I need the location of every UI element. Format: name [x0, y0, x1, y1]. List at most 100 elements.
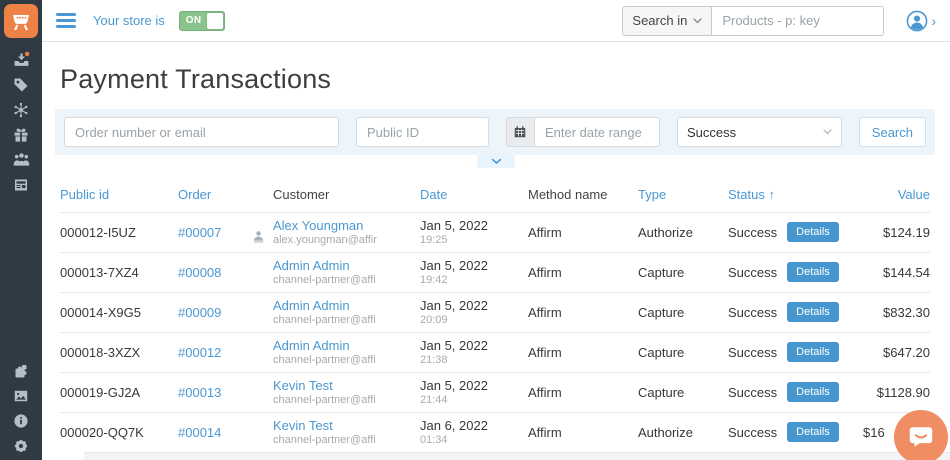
- order-filter-input[interactable]: [64, 117, 339, 147]
- user-menu[interactable]: ›: [906, 10, 936, 32]
- cell-public-id: 000018-3XZX: [60, 331, 178, 372]
- settings-gear-icon[interactable]: [8, 437, 34, 454]
- global-search-input[interactable]: [712, 5, 885, 36]
- cell-order: #00009: [178, 291, 273, 332]
- cell-method: Affirm: [528, 331, 638, 372]
- cell-value: $647.20: [863, 331, 930, 372]
- chevron-down-icon: [693, 17, 702, 23]
- chat-bubble-icon: [909, 427, 933, 447]
- chevron-right-icon: ›: [931, 12, 936, 29]
- public-id-filter-input[interactable]: [355, 117, 489, 147]
- menu-icon[interactable]: [56, 13, 76, 28]
- main-content: Payment Transactions Success: [42, 42, 950, 460]
- transactions-table: Public id Order Customer Date Method nam…: [60, 178, 930, 452]
- details-button[interactable]: Details: [787, 262, 839, 282]
- cell-status: Success Details: [728, 251, 863, 292]
- customer-link[interactable]: Admin Admin: [273, 338, 350, 353]
- cell-type: Capture: [638, 251, 728, 292]
- table-row: 000020-QQ7K #00014 Kevin Test channel-pa…: [60, 411, 930, 452]
- header-status-sorted[interactable]: Status ↑: [728, 178, 863, 212]
- cell-customer: Admin Admin channel-partner@affi: [273, 331, 420, 372]
- search-in-dropdown[interactable]: Search in: [622, 5, 713, 36]
- details-button[interactable]: Details: [787, 382, 839, 402]
- customer-email: channel-partner@affi: [273, 394, 376, 406]
- sidebar-nav-bottom: [8, 362, 34, 454]
- table-row: 000012-I5UZ #00007 Alex Youngman alex.yo…: [60, 211, 930, 252]
- calendar-icon[interactable]: [505, 117, 534, 147]
- filter-collapse-toggle[interactable]: [477, 155, 515, 168]
- cell-status: Success Details: [728, 411, 863, 452]
- cell-customer: Alex Youngman alex.youngman@affir: [253, 211, 420, 252]
- cell-public-id: 000014-X9G5: [60, 291, 178, 332]
- customer-email: alex.youngman@affir: [273, 234, 377, 246]
- customer-link[interactable]: Kevin Test: [273, 418, 333, 433]
- sidebar-nav-top: [8, 51, 34, 193]
- order-link[interactable]: #00012: [178, 345, 221, 360]
- products-icon[interactable]: [8, 76, 34, 93]
- search-button[interactable]: Search: [858, 117, 926, 147]
- customer-link[interactable]: Admin Admin: [273, 298, 350, 313]
- cell-date: Jan 5, 2022 21:44: [420, 371, 528, 412]
- orders-icon[interactable]: [8, 51, 34, 68]
- details-button[interactable]: Details: [787, 342, 839, 362]
- table-header-row: Public id Order Customer Date Method nam…: [60, 178, 930, 212]
- store-on-toggle[interactable]: ON: [178, 10, 225, 31]
- cell-status: Success Details: [728, 331, 863, 372]
- details-button[interactable]: Details: [787, 302, 839, 322]
- cell-public-id: 000013-7XZ4: [60, 251, 178, 292]
- customers-icon[interactable]: [8, 151, 34, 168]
- design-icon[interactable]: [8, 387, 34, 404]
- cell-customer: Kevin Test channel-partner@affi: [273, 371, 420, 412]
- customer-link[interactable]: Alex Youngman: [273, 218, 363, 233]
- website-icon[interactable]: [8, 176, 34, 193]
- details-button[interactable]: Details: [787, 422, 839, 443]
- order-link[interactable]: #00008: [178, 265, 221, 280]
- cell-type: Authorize: [638, 411, 728, 452]
- customer-user-icon: [251, 229, 266, 247]
- store-status-label: Your store is: [93, 13, 165, 28]
- app-logo[interactable]: [4, 4, 38, 38]
- cell-status: Success Details: [728, 291, 863, 332]
- chat-launcher-button[interactable]: [894, 410, 948, 460]
- table-row: 000018-3XZX #00012 Admin Admin channel-p…: [60, 331, 930, 372]
- transactions-tbody: 000012-I5UZ #00007 Alex Youngman alex.yo…: [60, 211, 930, 452]
- status-filter-select[interactable]: Success: [676, 117, 842, 147]
- gift-certificates-icon[interactable]: [8, 126, 34, 143]
- customer-email: channel-partner@affi: [273, 354, 376, 366]
- order-link[interactable]: #00013: [178, 385, 221, 400]
- cell-method: Affirm: [528, 211, 638, 252]
- status-text: Success: [728, 424, 778, 440]
- cell-type: Authorize: [638, 211, 728, 252]
- order-link[interactable]: #00007: [178, 225, 221, 240]
- status-text: Success: [728, 224, 778, 240]
- header-value[interactable]: Value: [863, 178, 930, 212]
- date-range-group: [505, 117, 660, 147]
- status-text: Success: [728, 344, 778, 360]
- header-date[interactable]: Date: [420, 178, 528, 212]
- transaction-time: 01:34: [420, 434, 448, 447]
- customer-link[interactable]: Kevin Test: [273, 378, 333, 393]
- order-link[interactable]: #00014: [178, 425, 221, 440]
- topbar: Your store is ON Search in ›: [42, 0, 950, 42]
- details-button[interactable]: Details: [787, 222, 839, 242]
- table-row: 000013-7XZ4 #00008 Admin Admin channel-p…: [60, 251, 930, 292]
- cell-type: Capture: [638, 331, 728, 372]
- promotions-icon[interactable]: [8, 101, 34, 118]
- date-range-input[interactable]: [533, 117, 660, 147]
- transaction-time: 21:38: [420, 354, 448, 366]
- cell-value: $124.19: [863, 211, 930, 252]
- order-link[interactable]: #00009: [178, 305, 221, 320]
- header-type[interactable]: Type: [638, 178, 728, 212]
- cell-order: #00014: [178, 411, 273, 452]
- administration-icon[interactable]: [8, 412, 34, 429]
- status-text: Success: [728, 304, 778, 320]
- header-order[interactable]: Order: [178, 178, 273, 212]
- cell-date: Jan 5, 2022 19:25: [420, 211, 528, 252]
- addons-icon[interactable]: [8, 362, 34, 379]
- header-method-name: Method name: [528, 187, 608, 203]
- cell-date: Jan 5, 2022 21:38: [420, 331, 528, 372]
- bottom-strip: [84, 452, 950, 460]
- cell-customer: Admin Admin channel-partner@affi: [273, 251, 420, 292]
- header-public-id[interactable]: Public id: [60, 178, 178, 212]
- customer-link[interactable]: Admin Admin: [273, 258, 350, 273]
